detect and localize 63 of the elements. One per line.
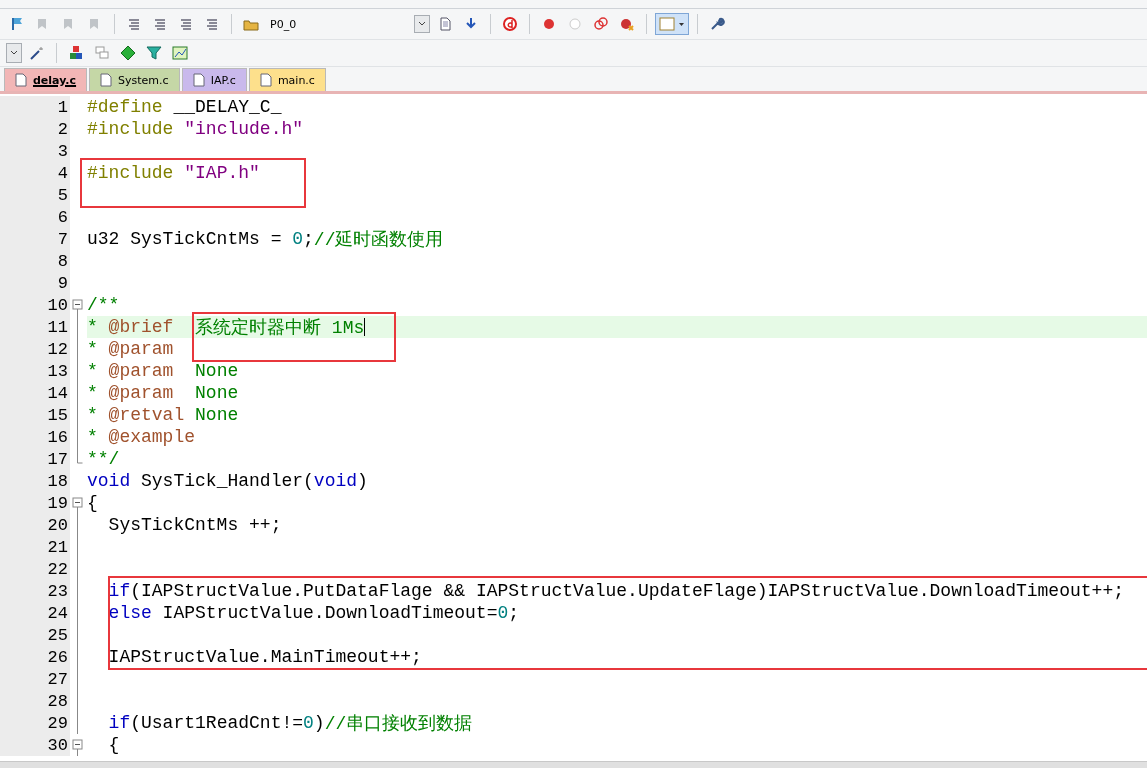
code-line: SysTickCntMs ++;: [107, 515, 282, 535]
code-line: else IAPStructValue.DownloadTimeout=0;: [107, 603, 520, 623]
code-line: * @param None: [87, 383, 239, 403]
code-line: {: [107, 735, 120, 755]
line-number: 11: [0, 316, 70, 338]
code-line: if(IAPStructValue.PutDataFlage && IAPStructValue.UpdateFlage)IAPStructValue.DownloadTimeout++;: [107, 581, 1124, 601]
line-number: 9: [0, 272, 70, 294]
line-number: 24: [0, 602, 70, 624]
code-line: void SysTick_Handler(void): [87, 471, 368, 491]
code-line: #define __DELAY_C_: [87, 97, 282, 117]
document-icon: [192, 73, 205, 87]
file-tab[interactable]: System.c: [89, 68, 180, 91]
line-number: 21: [0, 536, 70, 558]
line-number: 1: [0, 96, 70, 118]
code-line: **/: [87, 449, 120, 469]
line-number: 5: [0, 184, 70, 206]
line-number: 7: [0, 228, 70, 250]
line-number: 4: [0, 162, 70, 184]
line-number: 25: [0, 624, 70, 646]
window-layout-button[interactable]: [655, 13, 689, 35]
line-number: 19: [0, 492, 70, 514]
line-number: 18: [0, 470, 70, 492]
code-line: #include "include.h": [87, 119, 304, 139]
code-line: IAPStructValue.MainTimeout++;: [107, 647, 422, 667]
document-icon: [259, 73, 272, 87]
line-number: 16: [0, 426, 70, 448]
code-line: if(Usart1ReadCnt!=0)//串口接收到数据: [107, 712, 473, 735]
line-number: 17: [0, 448, 70, 470]
line-number: 28: [0, 690, 70, 712]
code-line: u32 SysTickCntMs = 0;//延时函数使用: [87, 228, 444, 251]
code-line: * @retval None: [87, 405, 239, 425]
code-line: * @param: [87, 339, 174, 359]
line-number: 22: [0, 558, 70, 580]
document-icon: [15, 73, 27, 87]
file-tab[interactable]: IAP.c: [181, 68, 247, 91]
horizontal-scrollbar[interactable]: [0, 761, 1147, 768]
line-number: 2: [0, 118, 70, 140]
line-number: 12: [0, 338, 70, 360]
line-number: 30: [0, 734, 70, 756]
line-number: 10: [0, 294, 70, 316]
code-line: * @brief 系统定时器中断 1Ms: [87, 316, 366, 339]
chevron-down-icon: [418, 21, 426, 27]
code-line: * @param None: [87, 361, 239, 381]
code-line: * @example: [87, 427, 196, 447]
line-number: 8: [0, 250, 70, 272]
line-number: 26: [0, 646, 70, 668]
line-number: 15: [0, 404, 70, 426]
line-number: 13: [0, 360, 70, 382]
file-tab[interactable]: main.c: [248, 68, 326, 91]
line-number: 6: [0, 206, 70, 228]
line-number: 14: [0, 382, 70, 404]
line-number: 3: [0, 140, 70, 162]
code-line: /**: [87, 295, 120, 315]
chevron-down-icon: [10, 50, 18, 56]
line-number: 27: [0, 668, 70, 690]
line-number: 29: [0, 712, 70, 734]
line-number: 23: [0, 580, 70, 602]
code-line: #include "IAP.h": [87, 163, 260, 183]
file-tab[interactable]: delay.c: [4, 68, 88, 91]
code-line: {: [87, 493, 98, 513]
target-select[interactable]: P0_0: [266, 14, 430, 34]
document-icon: [100, 73, 113, 87]
line-number: 20: [0, 514, 70, 536]
